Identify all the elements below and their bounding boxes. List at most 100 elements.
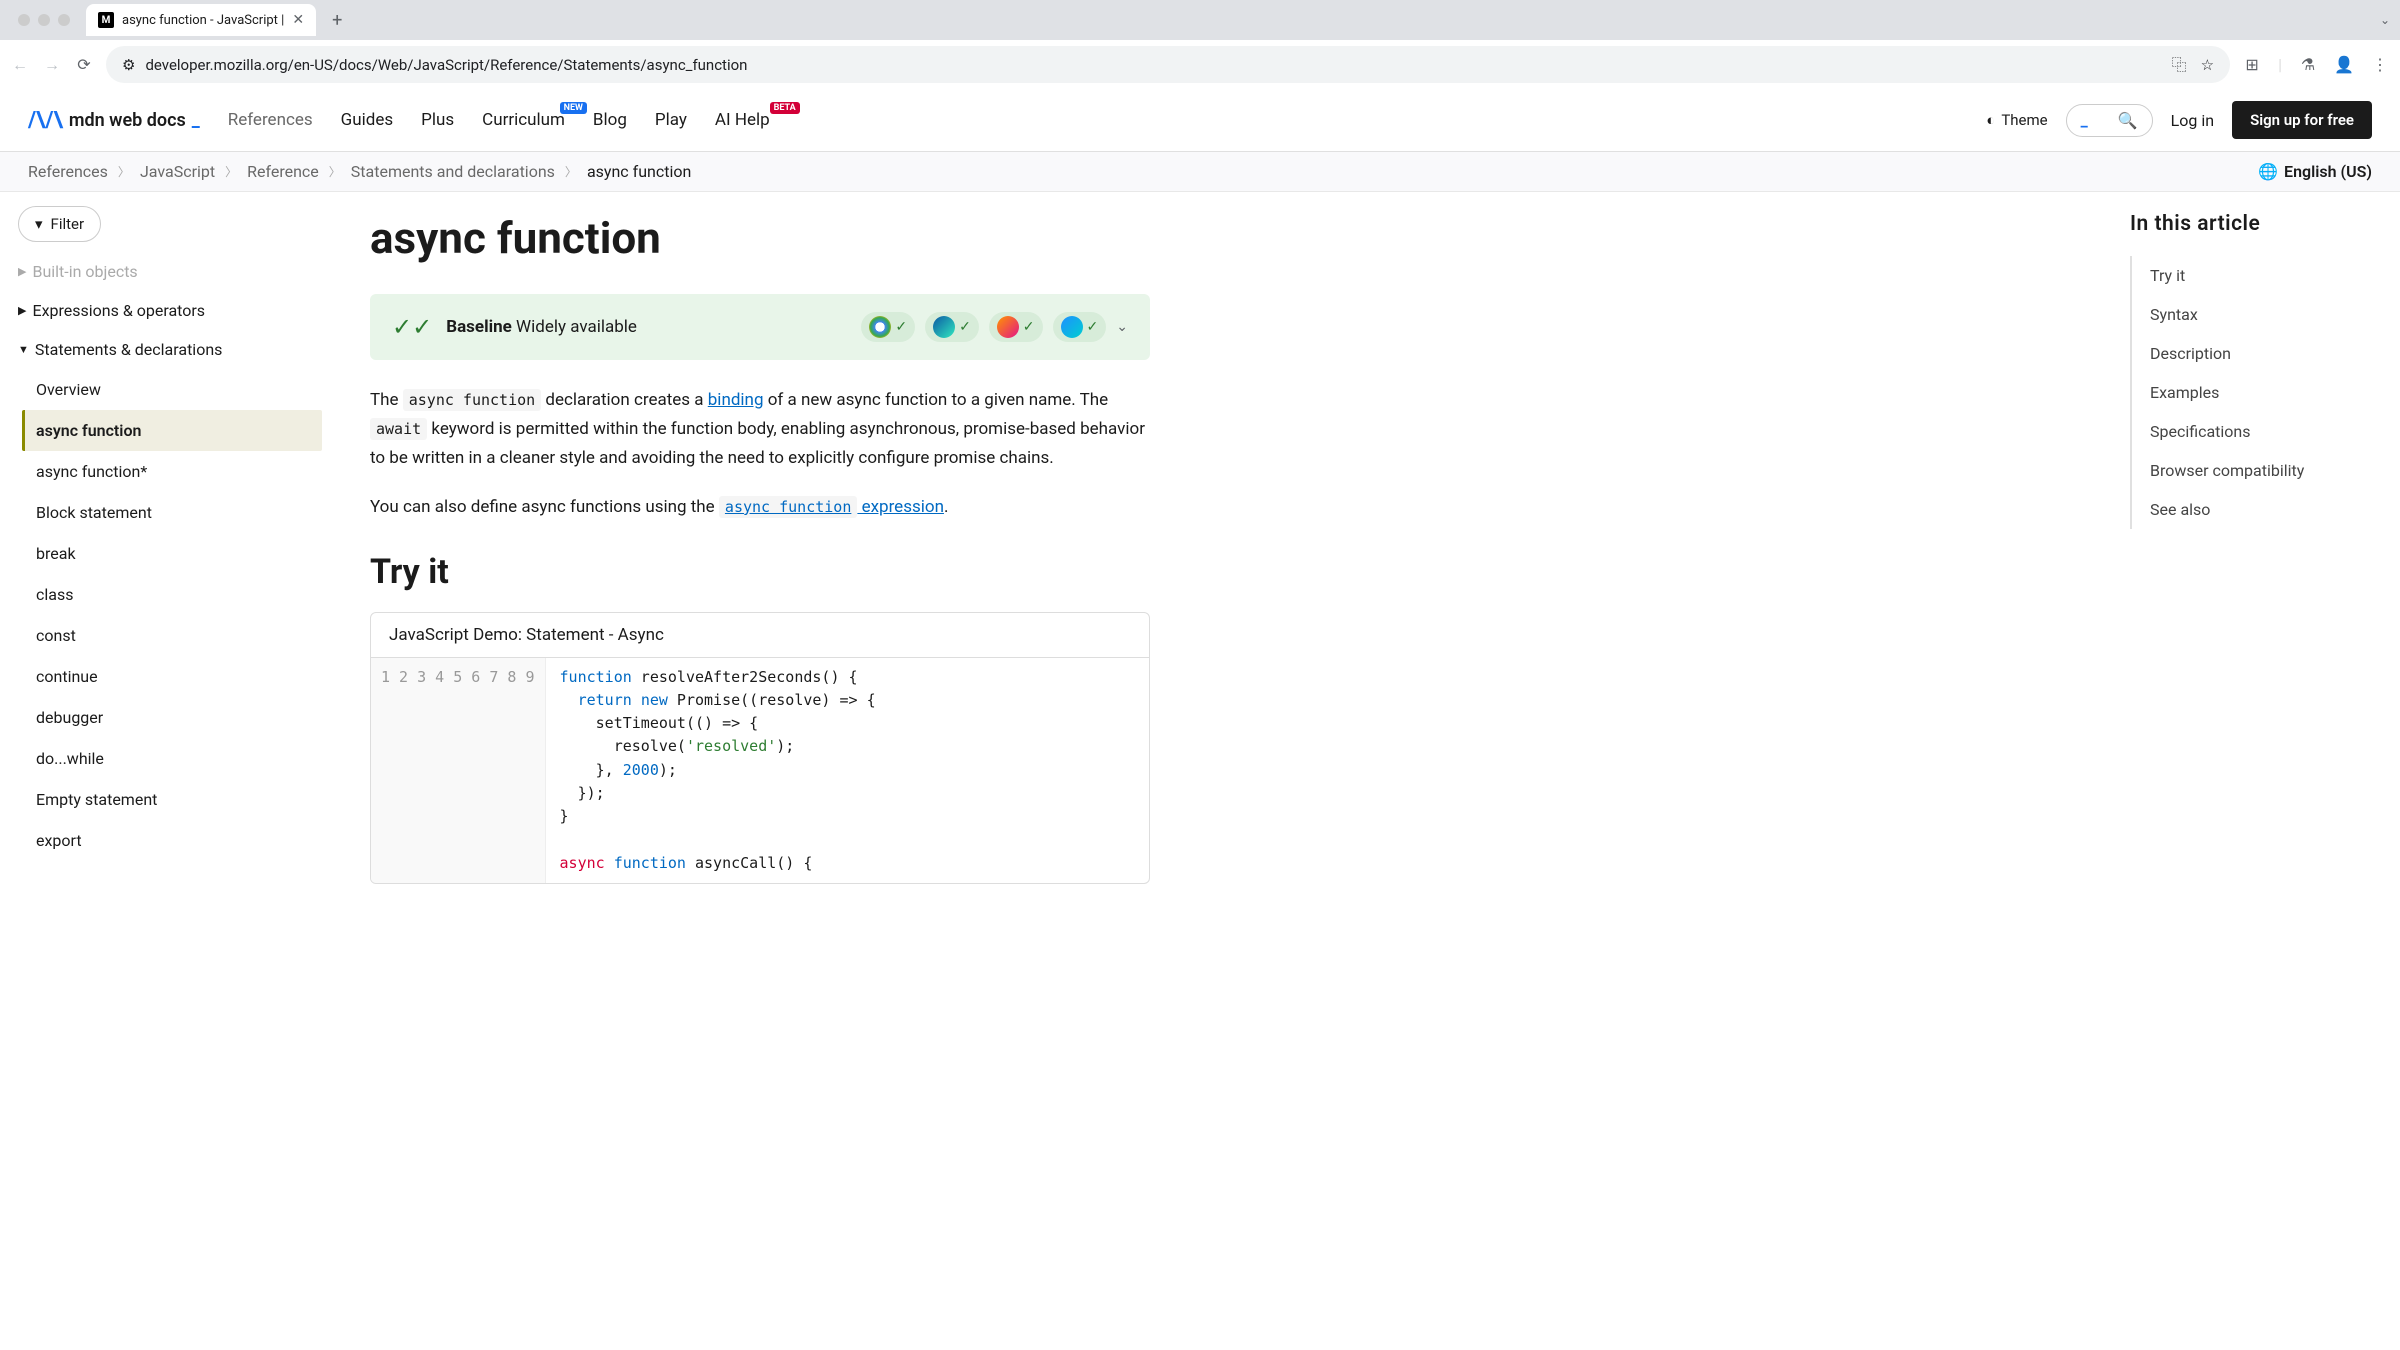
new-tab-button[interactable]: + [322, 10, 352, 31]
install-app-icon[interactable]: ⿻ [2172, 54, 2187, 75]
line-numbers: 1 2 3 4 5 6 7 8 9 [371, 658, 546, 883]
nav-blog[interactable]: Blog [593, 110, 627, 130]
back-button[interactable]: ← [10, 55, 30, 75]
toc: In this article Try itSyntaxDescriptionE… [2120, 192, 2400, 904]
code-editor[interactable]: 1 2 3 4 5 6 7 8 9 function resolveAfter2… [371, 658, 1149, 883]
search-button[interactable]: _ 🔍 [2066, 104, 2153, 137]
profile-icon[interactable]: 👤 [2334, 55, 2354, 75]
url-bar[interactable]: ⚙ developer.mozilla.org/en-US/docs/Web/J… [106, 46, 2230, 83]
nav-aihelp[interactable]: AI Help BETA [715, 110, 770, 130]
nav-guides[interactable]: Guides [341, 110, 393, 130]
mdn-favicon-icon: M [98, 12, 114, 28]
nav-plus[interactable]: Plus [421, 110, 454, 130]
chevron-down-icon[interactable]: ⌄ [1116, 319, 1128, 335]
signup-button[interactable]: Sign up for free [2232, 101, 2372, 139]
sidebar-item[interactable]: class [22, 574, 322, 615]
link-async-function-expression[interactable]: async function expression [719, 497, 944, 517]
mdn-header: /\/\ mdn web docs _ References Guides Pl… [0, 89, 2400, 152]
forward-button[interactable]: → [42, 55, 62, 75]
breadcrumb-javascript[interactable]: JavaScript [140, 162, 215, 181]
filter-button[interactable]: ▾ Filter [18, 206, 101, 242]
firefox-support-icon: ✓ [989, 312, 1043, 342]
triangle-icon: ▶ [18, 304, 26, 317]
breadcrumb: References 〉 JavaScript 〉 Reference 〉 St… [0, 152, 2400, 192]
nav-references[interactable]: References [228, 110, 313, 130]
sidebar-item[interactable]: Overview [22, 369, 322, 410]
close-tab-icon[interactable]: ✕ [292, 12, 304, 28]
close-window-icon[interactable] [18, 14, 30, 26]
theme-icon: ◐ [1986, 111, 1995, 129]
language-selector[interactable]: 🌐 English (US) [2258, 162, 2372, 181]
sidebar-item[interactable]: break [22, 533, 322, 574]
nav-play[interactable]: Play [655, 110, 687, 130]
baseline-box: ✓✓ Baseline Widely available ✓ ✓ ✓ ✓ ⌄ [370, 294, 1150, 360]
mdn-logo-icon: /\/\ [28, 108, 63, 133]
beta-badge: BETA [770, 102, 800, 114]
sidebar-item[interactable]: export [22, 820, 322, 861]
edge-support-icon: ✓ [925, 312, 979, 342]
chevron-right-icon: 〉 [118, 163, 130, 180]
browser-tab[interactable]: M async function - JavaScript | ✕ [86, 4, 316, 36]
triangle-icon: ▶ [18, 265, 26, 278]
chevron-right-icon: 〉 [225, 163, 237, 180]
toc-item[interactable]: Description [2132, 334, 2390, 373]
tabs-dropdown-icon[interactable]: ⌄ [2380, 13, 2390, 27]
chevron-right-icon: 〉 [329, 163, 341, 180]
login-link[interactable]: Log in [2171, 111, 2214, 130]
window-controls [8, 14, 80, 26]
toc-item[interactable]: Try it [2132, 256, 2390, 295]
sidebar: ▾ Filter ▶Built-in objects▶Expressions &… [0, 192, 340, 904]
toc-item[interactable]: Examples [2132, 373, 2390, 412]
heading-try-it: Try it [370, 552, 1150, 592]
labs-icon[interactable]: ⚗ [2298, 55, 2318, 75]
breadcrumb-reference[interactable]: Reference [247, 162, 319, 181]
link-binding[interactable]: binding [708, 390, 764, 410]
sidebar-section[interactable]: ▶Expressions & operators [18, 291, 322, 330]
baseline-text: Baseline Widely available [446, 317, 637, 337]
menu-icon[interactable]: ⋮ [2370, 55, 2390, 75]
extensions-icon[interactable]: ⊞ [2242, 55, 2262, 75]
triangle-icon: ▼ [18, 343, 29, 356]
chrome-support-icon: ✓ [861, 312, 915, 342]
page-title: async function [370, 212, 1150, 264]
sidebar-item[interactable]: Block statement [22, 492, 322, 533]
nav-curriculum[interactable]: Curriculum NEW [482, 110, 565, 130]
code-demo-title: JavaScript Demo: Statement - Async [371, 613, 1149, 658]
sidebar-item[interactable]: async function* [22, 451, 322, 492]
globe-icon: 🌐 [2258, 162, 2278, 181]
toc-title: In this article [2130, 212, 2390, 236]
code-await: await [370, 418, 427, 440]
breadcrumb-references[interactable]: References [28, 162, 108, 181]
reload-button[interactable]: ⟳ [74, 55, 94, 75]
toc-item[interactable]: Specifications [2132, 412, 2390, 451]
sidebar-item[interactable]: debugger [22, 697, 322, 738]
url-bar-row: ← → ⟳ ⚙ developer.mozilla.org/en-US/docs… [0, 40, 2400, 89]
breadcrumb-statements[interactable]: Statements and declarations [351, 162, 555, 181]
url-text: developer.mozilla.org/en-US/docs/Web/Jav… [145, 56, 747, 74]
safari-support-icon: ✓ [1053, 312, 1107, 342]
main-content: async function ✓ ✓ Baseline Widely availa… [340, 192, 1180, 904]
toc-item[interactable]: Browser compatibility [2132, 451, 2390, 490]
mdn-logo[interactable]: /\/\ mdn web docs _ [28, 108, 200, 133]
theme-toggle[interactable]: ◐ Theme [1986, 111, 2047, 129]
sidebar-item[interactable]: const [22, 615, 322, 656]
bookmark-icon[interactable]: ☆ [2201, 56, 2214, 74]
site-settings-icon[interactable]: ⚙ [122, 56, 135, 74]
search-icon: 🔍 [2118, 111, 2138, 130]
sidebar-section[interactable]: ▼Statements & declarations [18, 330, 322, 369]
breadcrumb-current: async function [587, 162, 691, 181]
minimize-window-icon[interactable] [38, 14, 50, 26]
chevron-right-icon: 〉 [565, 163, 577, 180]
toc-item[interactable]: See also [2132, 490, 2390, 529]
sidebar-item[interactable]: do...while [22, 738, 322, 779]
intro-paragraph-1: The async function declaration creates a… [370, 386, 1150, 473]
sidebar-item[interactable]: Empty statement [22, 779, 322, 820]
sidebar-item[interactable]: continue [22, 656, 322, 697]
code-async-function: async function [403, 389, 541, 411]
sidebar-section[interactable]: ▶Built-in objects [18, 252, 322, 291]
mdn-nav: References Guides Plus Curriculum NEW Bl… [228, 110, 770, 130]
maximize-window-icon[interactable] [58, 14, 70, 26]
toc-item[interactable]: Syntax [2132, 295, 2390, 334]
code-lines: function resolveAfter2Seconds() { return… [546, 658, 890, 883]
sidebar-item[interactable]: async function [22, 410, 322, 451]
